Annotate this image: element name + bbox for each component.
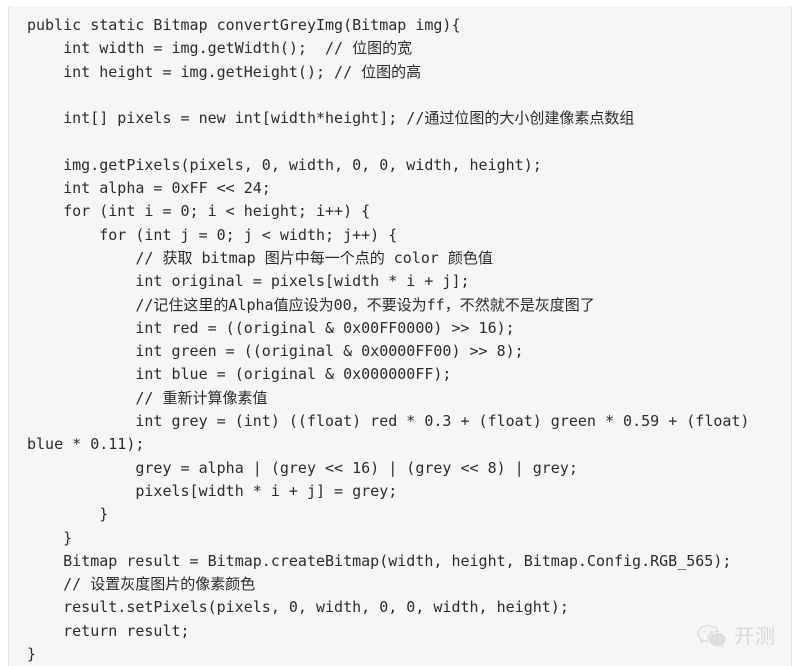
code-line: int green = ((original & 0x0000FF00) >> … (27, 342, 524, 361)
code-line: for (int j = 0; j < width; j++) { (27, 225, 398, 244)
code-line: grey = alpha | (grey << 16) | (grey << 8… (27, 458, 578, 477)
code-line: Bitmap result = Bitmap.createBitmap(widt… (27, 551, 732, 570)
code-content: public static Bitmap convertGreyImg(Bitm… (9, 6, 791, 666)
code-line: // 获取 bitmap 图片中每一个点的 color 颜色值 (27, 248, 493, 267)
code-line: public static Bitmap convertGreyImg(Bitm… (27, 16, 461, 34)
code-line: int height = img.getHeight(); // 位图的高 (27, 62, 422, 81)
code-block-panel: public static Bitmap convertGreyImg(Bitm… (8, 6, 792, 666)
page-root: public static Bitmap convertGreyImg(Bitm… (0, 0, 800, 666)
code-line: } (27, 505, 109, 524)
code-line: // 设置灰度图片的像素颜色 (27, 575, 256, 594)
code-line: //记住这里的Alpha值应设为00，不要设为ff，不然就不是灰度图了 (27, 295, 595, 314)
code-line: } (27, 528, 73, 547)
code-line: int alpha = 0xFF << 24; (27, 179, 271, 198)
code-line: img.getPixels(pixels, 0, width, 0, 0, wi… (27, 155, 542, 174)
code-line: int blue = (original & 0x000000FF); (27, 365, 452, 384)
code-line: int width = img.getWidth(); // 位图的宽 (27, 39, 413, 58)
code-line: int grey = (int) ((float) red * 0.3 + (f… (27, 412, 759, 454)
code-line: } (27, 645, 37, 664)
code-line: result.setPixels(pixels, 0, width, 0, 0,… (27, 598, 569, 617)
code-line: return result; (27, 621, 190, 640)
code-line: int[] pixels = new int[width*height]; //… (27, 109, 635, 128)
code-line: // 重新计算像素值 (27, 388, 268, 407)
code-line: pixels[width * i + j] = grey; (27, 481, 398, 500)
code-line: int red = ((original & 0x00FF0000) >> 16… (27, 318, 515, 337)
code-line: for (int i = 0; i < height; i++) { (27, 202, 371, 221)
code-line: int original = pixels[width * i + j]; (27, 272, 470, 291)
